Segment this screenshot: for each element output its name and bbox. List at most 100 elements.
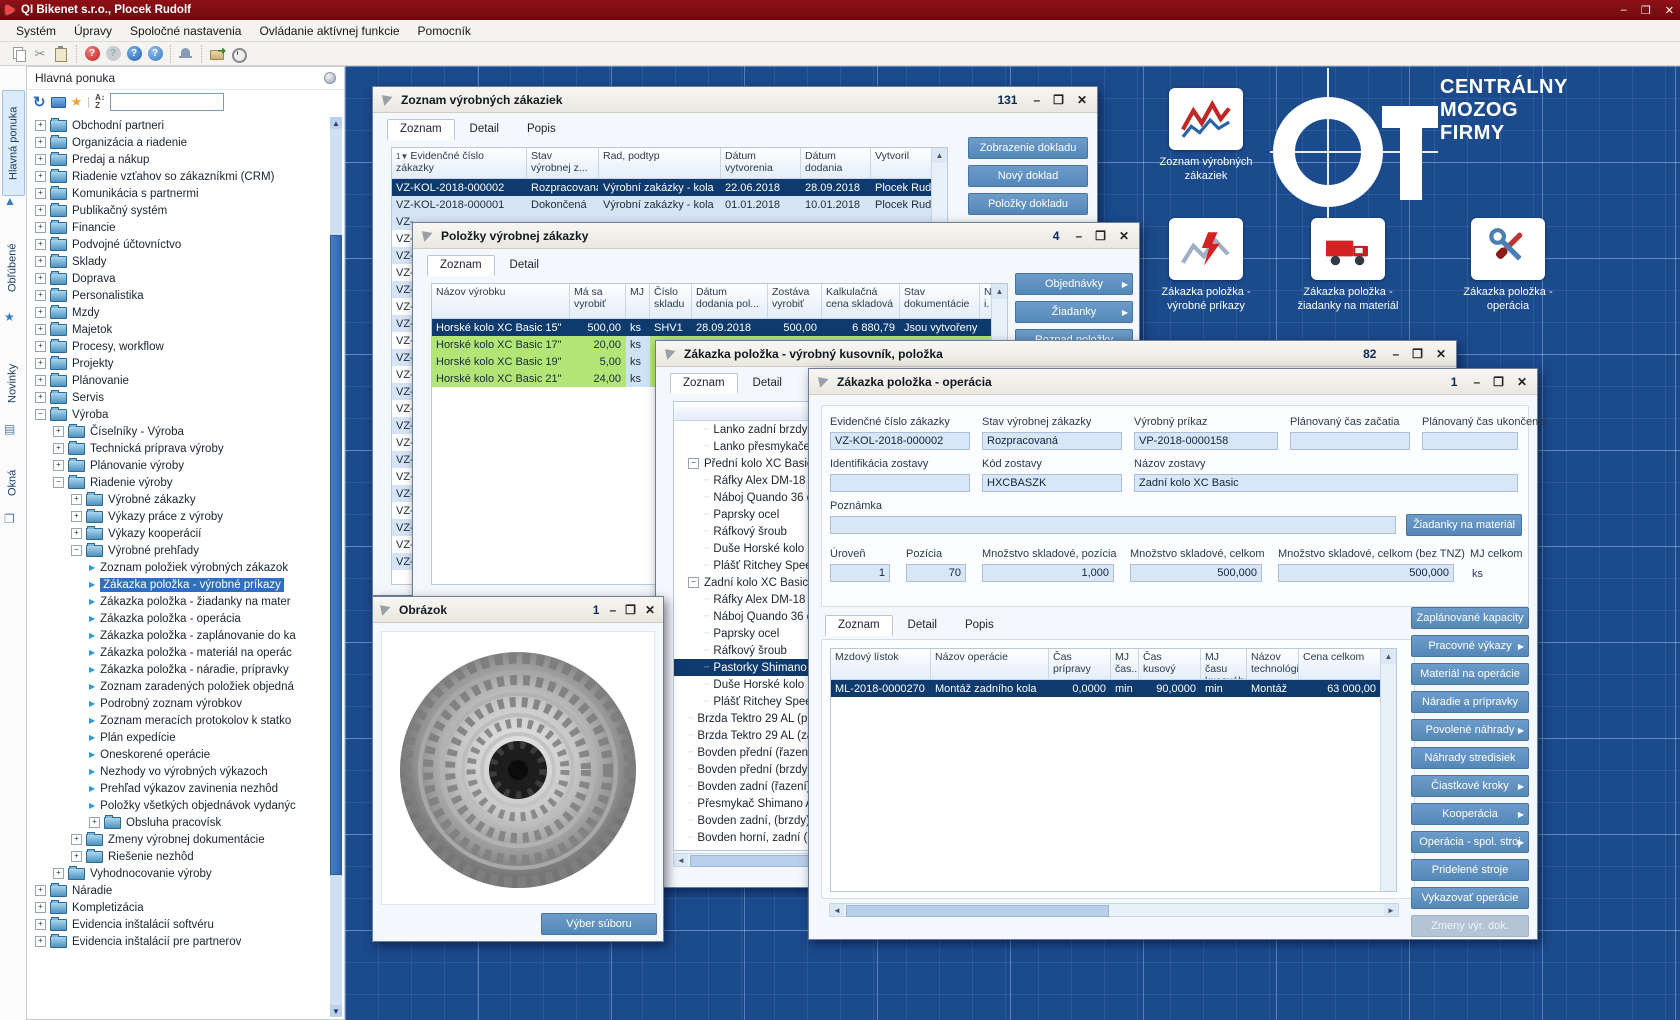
orders-tab-zoznam[interactable]: Zoznam	[387, 119, 455, 140]
desktop-tile-z-kazka-polo-ka-oper-cia[interactable]: Zákazka položka - operácia	[1453, 218, 1563, 314]
app-minimize-button[interactable]: –	[1621, 4, 1627, 17]
menu-search-input[interactable]	[110, 93, 224, 111]
side-tab-novinky[interactable]: Novinky	[2, 344, 23, 422]
maximize-button[interactable]: ❐	[1053, 93, 1064, 107]
column-header-zost-va[interactable]: Zostáva vyrobiť	[768, 284, 822, 318]
column-header-n-zov-v-robku[interactable]: Názov výrobku	[432, 284, 570, 318]
operation-button-n-radie-a-pr-pravky[interactable]: Náradie a prípravky	[1411, 691, 1529, 713]
sidebar-item-majetok[interactable]: +Majetok	[29, 321, 328, 338]
nav-scrollbar-thumb[interactable]	[330, 235, 342, 875]
tree-expander-icon[interactable]: +	[53, 868, 64, 879]
tree-expander-icon[interactable]: +	[35, 273, 46, 284]
sidebar-item-v-kazy-pr-ce-z-v-roby[interactable]: +Výkazy práce z výroby	[29, 508, 328, 525]
operation-button-kooper-cia[interactable]: Kooperácia▶	[1411, 803, 1529, 825]
sidebar-item-podrobn-zoznam-v-robkov[interactable]: ▶Podrobný zoznam výrobkov	[29, 695, 328, 712]
sidebar-item-evidencia-in-tal-ci-pre-partnerov[interactable]: +Evidencia inštalácií pre partnerov	[29, 933, 328, 950]
sidebar-item-rie-enie-nezh-d[interactable]: +Riešenie nezhôd	[29, 848, 328, 865]
sidebar-item-financie[interactable]: +Financie	[29, 219, 328, 236]
close-button[interactable]: ✕	[645, 603, 655, 617]
sidebar-item-v-robn-z-kazky[interactable]: +Výrobné zákazky	[29, 491, 328, 508]
tree-expander-icon[interactable]: +	[89, 817, 100, 828]
field-rove[interactable]: 1	[830, 564, 890, 582]
tree-expander-icon[interactable]: +	[35, 919, 46, 930]
minimize-button[interactable]: –	[609, 603, 616, 617]
sidebar-item-polo-ky-v-etk-ch-objedn-vok-vydan-c[interactable]: ▶Položky všetkých objednávok vydanýc	[29, 797, 328, 814]
sidebar-item-obsluha-pracov-sk[interactable]: +Obsluha pracovísk	[29, 814, 328, 831]
scroll-up-icon[interactable]: ▲	[932, 148, 947, 163]
tree-expander-icon[interactable]: +	[71, 511, 82, 522]
field-stav-v-robnej-z-kazky[interactable]: Rozpracovaná	[982, 432, 1122, 450]
table-vertical-scrollbar[interactable]: ▲	[1380, 649, 1396, 891]
sidebar-item-obchodn-partneri[interactable]: +Obchodní partneri	[29, 117, 328, 134]
scroll-right-icon[interactable]: ►	[1384, 904, 1398, 916]
tree-expander-icon[interactable]: +	[35, 188, 46, 199]
sidebar-item-personalistika[interactable]: +Personalistika	[29, 287, 328, 304]
question-icon[interactable]: ?	[125, 45, 143, 63]
window-title-bar[interactable]: Obrázok 1 – ❐ ✕	[373, 597, 663, 623]
desktop-tile-zoznam-v-robn-ch-z-kaziek[interactable]: Zoznam výrobných zákaziek	[1151, 88, 1261, 184]
tree-expander-icon[interactable]: +	[71, 834, 82, 845]
tree-expander-icon[interactable]: −	[35, 409, 46, 420]
tree-expander-icon[interactable]: +	[35, 307, 46, 318]
close-button[interactable]: ✕	[1119, 229, 1129, 243]
sidebar-item-pl-novanie-v-roby[interactable]: +Plánovanie výroby	[29, 457, 328, 474]
tree-expander-icon[interactable]: +	[35, 256, 46, 267]
tree-expander-icon[interactable]: −	[71, 545, 82, 556]
field-poz-cia[interactable]: 70	[906, 564, 966, 582]
menu-item-spolo-n-nastavenia[interactable]: Spoločné nastavenia	[122, 22, 249, 40]
column-header-stav[interactable]: Stav výrobnej z...	[527, 148, 599, 178]
tree-expander-icon[interactable]: +	[35, 239, 46, 250]
menu-item-ovl-danie-akt-vnej-funkcie[interactable]: Ovládanie aktívnej funkcie	[251, 22, 407, 40]
sidebar-item-riadenie-v-roby[interactable]: −Riadenie výroby	[29, 474, 328, 491]
field-pl-novan-as-za-atia[interactable]	[1290, 432, 1410, 450]
sidebar-item-podvojn-tovn-ctvo[interactable]: +Podvojné účtovníctvo	[29, 236, 328, 253]
collapse-arrow-icon[interactable]: ▲	[4, 194, 16, 208]
column-header-mj[interactable]: MJ	[626, 284, 650, 318]
tree-expander-icon[interactable]: +	[35, 324, 46, 335]
sidebar-item-z-kazka-polo-ka-n-radie-pr-pravky[interactable]: ▶Zákazka položka - náradie, prípravky	[29, 661, 328, 678]
operation-button-zapl-novan-kapacity[interactable]: Zaplánované kapacity	[1411, 607, 1529, 629]
nav-options-icon[interactable]	[324, 72, 336, 84]
order-row[interactable]: VZ-KOL-2018-000001DokončenáVýrobní zakáz…	[392, 196, 947, 213]
tree-expander-icon[interactable]: +	[71, 528, 82, 539]
sidebar-item-predaj-a-n-kup[interactable]: +Predaj a nákup	[29, 151, 328, 168]
tree-expander-icon[interactable]: +	[53, 426, 64, 437]
tree-expander-icon[interactable]: +	[53, 443, 64, 454]
nav-scrollbar[interactable]: ▲ ▼	[330, 117, 342, 1017]
column-header-m-sa[interactable]: Má sa vyrobiť	[570, 284, 626, 318]
column-header-as-pr-pravy[interactable]: Čas prípravy	[1049, 649, 1111, 679]
items-tab-zoznam[interactable]: Zoznam	[427, 255, 495, 276]
tree-expander-icon[interactable]: +	[35, 290, 46, 301]
field-v-robn-pr-kaz[interactable]: VP-2018-0000158	[1134, 432, 1278, 450]
field-mno-stvo-skladov-celkom-bez-tnz[interactable]: 500,000	[1278, 564, 1454, 582]
items-button-objedn-vky[interactable]: Objednávky▶	[1015, 273, 1133, 295]
column-header-kalkula-n[interactable]: Kalkulačná cena skladová	[822, 284, 900, 318]
file-select-button[interactable]: Výber súboru	[541, 913, 657, 935]
sidebar-item-kompletiz-cia[interactable]: +Kompletizácia	[29, 899, 328, 916]
favorite-star-icon[interactable]: ★	[71, 94, 83, 110]
sidebar-item-technick-pr-prava-v-roby[interactable]: +Technická príprava výroby	[29, 440, 328, 457]
field-identifik-cia-zostavy[interactable]	[830, 474, 970, 492]
column-header-stav-dokument-cie[interactable]: Stav dokumentácie	[900, 284, 980, 318]
field-pl-novan-as-ukon-enia[interactable]	[1422, 432, 1518, 450]
close-button[interactable]: ✕	[1077, 93, 1087, 107]
window-title-bar[interactable]: Položky výrobnej zákazky 4 – ❐ ✕	[413, 223, 1139, 249]
tree-expander-icon[interactable]: +	[71, 494, 82, 505]
operation-button-zmeny-v-r-dok[interactable]: Zmeny výr. dok.	[1411, 915, 1529, 937]
field-mno-stvo-skladov-poz-cia[interactable]: 1,000	[982, 564, 1114, 582]
operation-horizontal-scrollbar[interactable]: ◄ ►	[829, 903, 1399, 917]
scroll-left-icon[interactable]: ◄	[674, 854, 688, 866]
sidebar-item-evidencia-in-tal-ci-softv-ru[interactable]: +Evidencia inštalácií softvéru	[29, 916, 328, 933]
paste-icon[interactable]	[52, 45, 70, 63]
maximize-button[interactable]: ❐	[1493, 375, 1504, 389]
item-row[interactable]: Horské kolo XC Basic 15"500,00ksSHV128.0…	[432, 319, 1007, 336]
window-title-bar[interactable]: Zoznam výrobných zákaziek 131 – ❐ ✕	[373, 87, 1097, 113]
close-button[interactable]: ✕	[1517, 375, 1527, 389]
bom-collapse-icon[interactable]: −	[688, 577, 699, 588]
scroll-up-icon[interactable]: ▲	[330, 117, 342, 129]
column-header-mj-asu[interactable]: MJ času kusového	[1201, 649, 1247, 679]
order-row[interactable]: VZ-KOL-2018-000002RozpracovanáVýrobní za…	[392, 179, 947, 196]
column-header-mj[interactable]: MJ čas...	[1111, 649, 1139, 679]
tree-expander-icon[interactable]: −	[53, 477, 64, 488]
column-header-n-zov[interactable]: Názov technológie	[1247, 649, 1299, 679]
